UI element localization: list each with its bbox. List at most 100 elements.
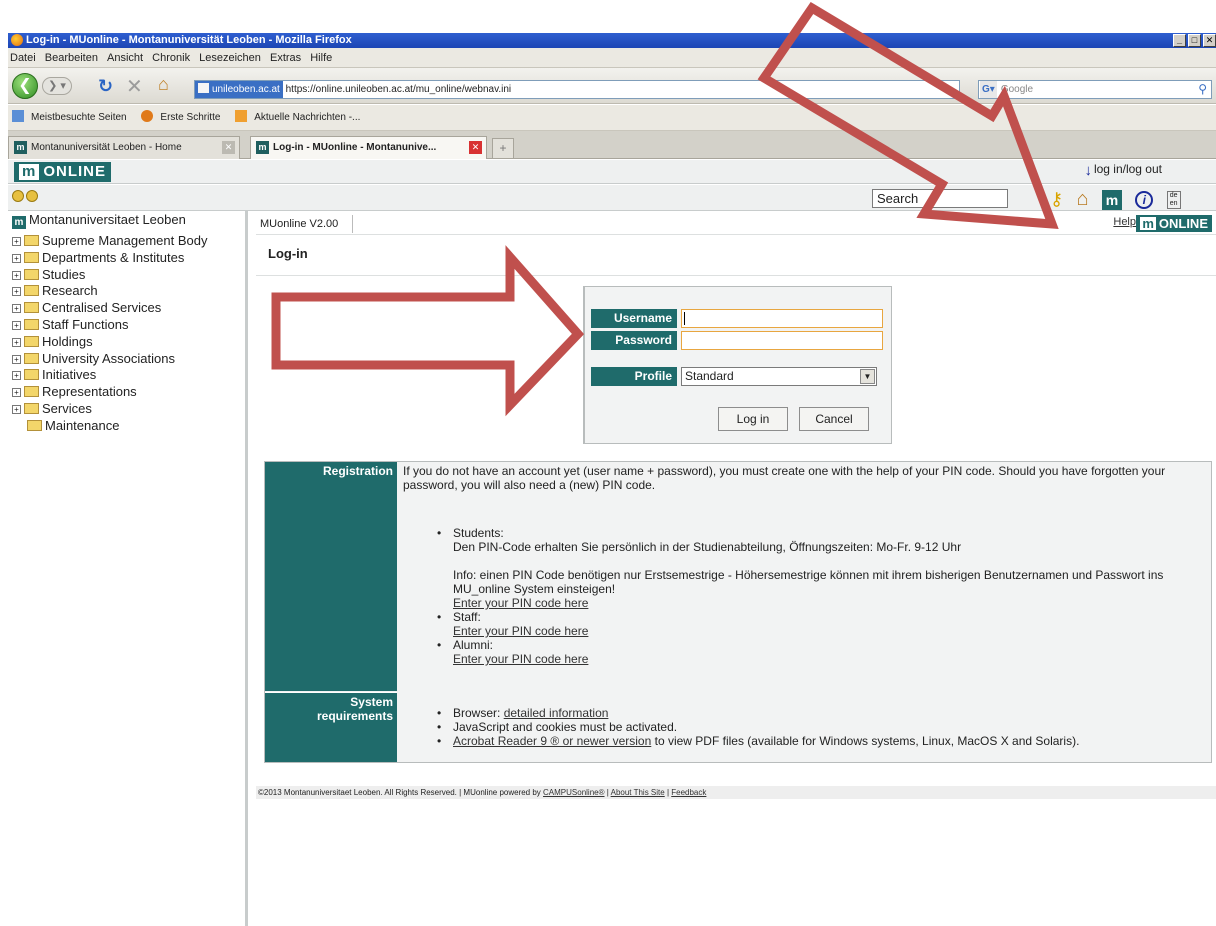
students-pin-link[interactable]: Enter your PIN code here [453, 596, 1195, 610]
tree-item[interactable]: Maintenance [12, 418, 207, 435]
login-logout-link[interactable]: log in/log out [1094, 162, 1162, 176]
close-tab-icon[interactable]: ✕ [469, 141, 482, 154]
address-bar[interactable]: unileoben.ac.at https://online.unileoben… [194, 80, 960, 99]
system-requirements-list: Browser: detailed information JavaScript… [435, 706, 1205, 748]
bookmarks-bar: Meistbesuchte Seiten Erste Schritte Aktu… [8, 105, 1216, 131]
tree-item-label: Departments & Institutes [42, 249, 185, 265]
close-tab-icon[interactable]: ✕ [222, 141, 235, 154]
version-tab[interactable]: MUonline V2.00 [258, 215, 354, 233]
expand-icon[interactable]: + [12, 354, 21, 364]
tree-item-label: University Associations [42, 350, 175, 366]
tree-item[interactable]: + Representations [12, 384, 207, 401]
alumni-pin-link[interactable]: Enter your PIN code here [453, 652, 1195, 666]
browser-info-link[interactable]: detailed information [504, 706, 609, 720]
muonline-logo[interactable]: m ONLINE [1136, 215, 1212, 232]
close-window-button[interactable]: ✕ [1203, 34, 1216, 47]
muonline-icon[interactable]: m [1101, 189, 1122, 210]
expand-icon[interactable]: + [12, 388, 21, 398]
about-link[interactable]: About This Site [611, 788, 665, 797]
expand-icon[interactable]: + [12, 287, 21, 297]
tab-home[interactable]: m Montanuniversität Leoben - Home ✕ [8, 136, 240, 159]
system-header-cell: System requirements [265, 692, 397, 762]
username-field[interactable] [681, 309, 883, 328]
minimize-button[interactable]: _ [1173, 34, 1186, 47]
menu-lesezeichen[interactable]: Lesezeichen [199, 52, 261, 64]
tab-login[interactable]: m Log-in - MUonline - Montanunive... ✕ [250, 136, 487, 159]
profile-select[interactable]: Standard ▼ [681, 367, 877, 386]
cancel-button[interactable]: Cancel [799, 407, 869, 431]
login-button[interactable]: Log in [718, 407, 788, 431]
new-tab-button[interactable]: + [492, 138, 514, 158]
bookmark-meistbesuchte[interactable]: Meistbesuchte Seiten [12, 110, 131, 123]
stop-icon[interactable]: ✕ [126, 74, 143, 99]
menu-hilfe[interactable]: Hilfe [310, 52, 332, 64]
campusonline-link[interactable]: CAMPUSonline® [543, 788, 604, 797]
tree-item[interactable]: + University Associations [12, 351, 207, 368]
tree-item-label: Representations [42, 384, 137, 400]
key-icon[interactable]: ⚷ [1050, 189, 1063, 210]
tree-item[interactable]: + Research [12, 283, 207, 300]
search-engine-icon[interactable]: G▾ [980, 81, 997, 98]
tree-item[interactable]: + Supreme Management Body [12, 233, 207, 250]
acrobat-link[interactable]: Acrobat Reader 9 ® or newer version [453, 734, 651, 748]
nav-circle-icon[interactable] [12, 190, 24, 202]
site-identity-badge[interactable]: unileoben.ac.at [195, 81, 283, 98]
bookmark-erste-schritte[interactable]: Erste Schritte [141, 110, 224, 123]
menu-extras[interactable]: Extras [270, 52, 301, 64]
back-arrow-icon: ❮ [18, 77, 32, 94]
menu-chronik[interactable]: Chronik [152, 52, 190, 64]
mu-favicon-icon: m [14, 141, 27, 154]
home-icon[interactable]: ⌂ [158, 74, 169, 95]
tree-item[interactable]: + Centralised Services [12, 300, 207, 317]
home-icon[interactable]: ⌂ [1077, 188, 1089, 211]
language-toggle-icon[interactable]: de en [1166, 190, 1181, 209]
reload-icon[interactable]: ↻ [98, 76, 113, 97]
chevron-down-icon[interactable]: ▼ [860, 369, 875, 384]
expand-icon[interactable]: + [12, 320, 21, 330]
back-button[interactable]: ❮ [12, 73, 38, 99]
bookmark-aktuelle-nachrichten[interactable]: Aktuelle Nachrichten -... [235, 110, 364, 123]
text-caret [684, 312, 685, 325]
nav-circle-icon[interactable] [26, 190, 38, 202]
expand-icon[interactable]: + [12, 270, 21, 280]
mu-favicon-icon: m [256, 141, 269, 154]
tree-item-label: Initiatives [42, 367, 97, 383]
password-field[interactable] [681, 331, 883, 350]
tree-item[interactable]: + Holdings [12, 334, 207, 351]
version-bar: MUonline V2.00 Help m ONLINE [256, 213, 1216, 235]
username-label: Username [591, 309, 677, 328]
menu-ansicht[interactable]: Ansicht [107, 52, 143, 64]
tree-root[interactable]: m Montanuniversitaet Leoben [12, 212, 186, 229]
app-search-input[interactable]: Search [872, 189, 1008, 208]
tree-item[interactable]: + Initiatives [12, 367, 207, 384]
folder-icon [24, 235, 39, 246]
tree-item[interactable]: + Departments & Institutes [12, 250, 207, 267]
expand-icon[interactable]: + [12, 253, 21, 263]
staff-pin-link[interactable]: Enter your PIN code here [453, 624, 1195, 638]
browser-prefix: Browser: [453, 706, 504, 720]
muonline-logo[interactable]: m ONLINE [14, 162, 112, 182]
folder-icon [24, 318, 39, 330]
expand-icon[interactable]: + [12, 237, 21, 246]
expand-icon[interactable]: + [12, 337, 21, 347]
window-controls[interactable]: _ □ ✕ [1171, 33, 1216, 48]
feedback-link[interactable]: Feedback [671, 788, 706, 797]
help-link[interactable]: Help [1113, 216, 1136, 228]
app-header: m ONLINE ↓ log in/log out [8, 160, 1216, 184]
list-item-alumni: Alumni: Enter your PIN code here [435, 638, 1195, 666]
forward-button[interactable]: ❯ ▾ [42, 77, 72, 95]
menu-bearbeiten[interactable]: Bearbeiten [45, 52, 98, 64]
browser-search-box[interactable]: G▾ Google ⚲ [978, 80, 1212, 99]
tree-item[interactable]: + Studies [12, 267, 207, 284]
tree-item[interactable]: + Staff Functions [12, 317, 207, 334]
staff-title: Staff: [453, 610, 481, 624]
expand-icon[interactable]: + [12, 371, 21, 381]
search-icon[interactable]: ⚲ [1198, 81, 1207, 98]
menu-datei[interactable]: Datei [10, 52, 36, 64]
students-title: Students: [453, 526, 504, 540]
info-icon[interactable]: i [1135, 190, 1154, 209]
expand-icon[interactable]: + [12, 404, 21, 414]
maximize-button[interactable]: □ [1188, 34, 1201, 47]
tree-item[interactable]: + Services [12, 401, 207, 418]
expand-icon[interactable]: + [12, 304, 21, 314]
